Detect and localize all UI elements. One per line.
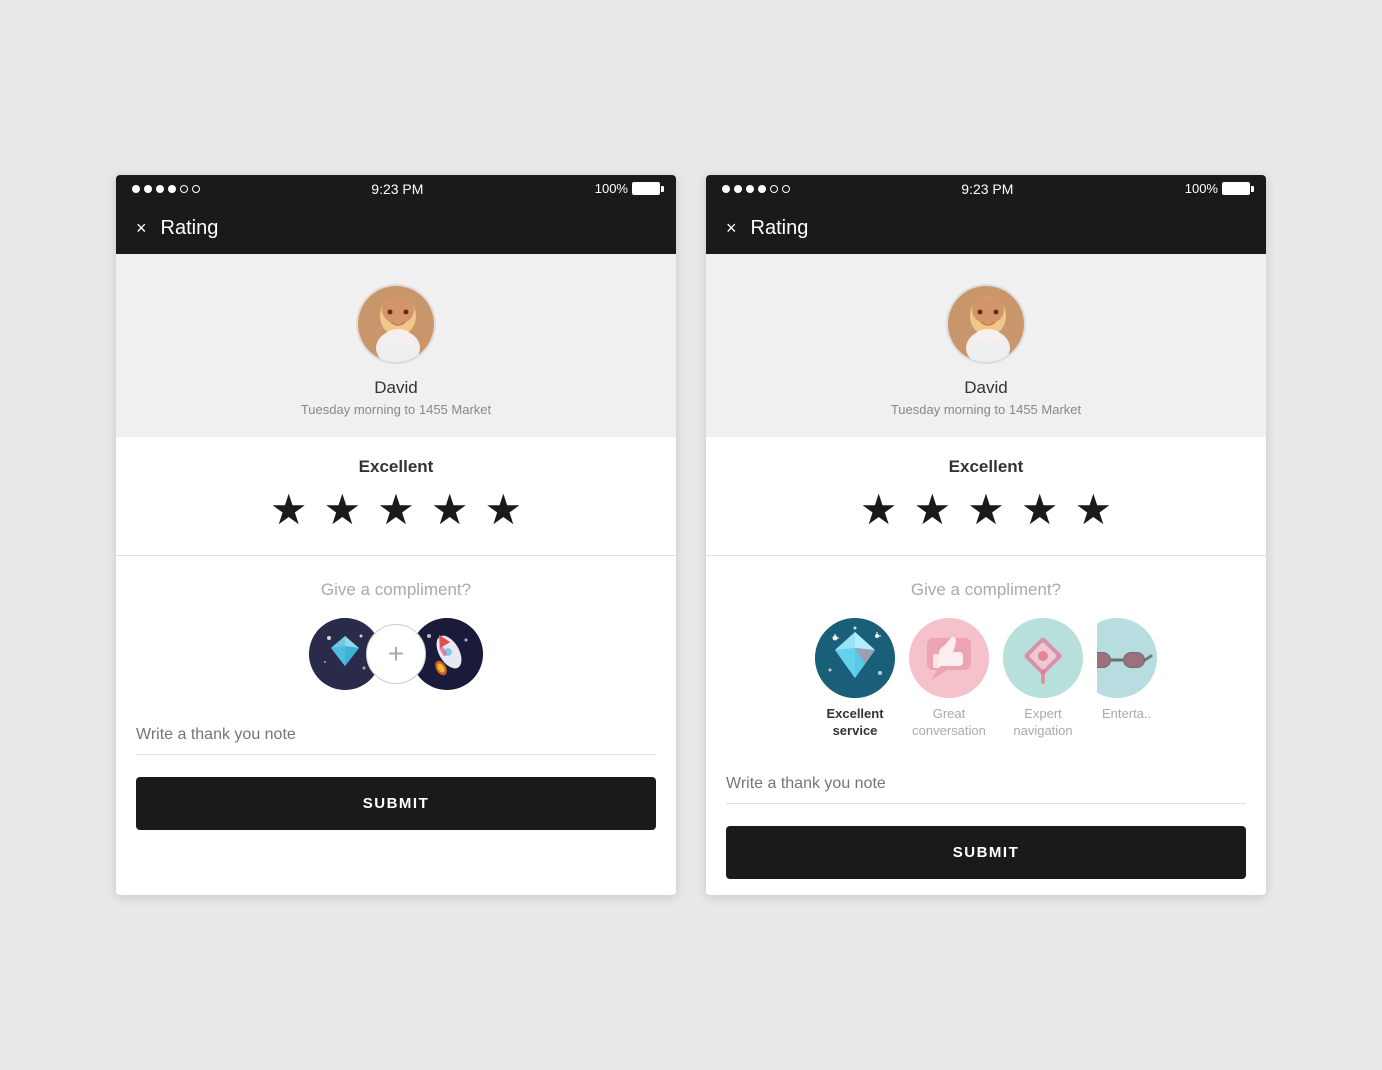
rating-section-left: Excellent ★ ★ ★ ★ ★ [116,437,676,551]
screenshots-container: 9:23 PM 100% × Rating [96,155,1286,916]
submit-button-right[interactable]: SUBMIT [726,826,1246,879]
dot-1 [132,185,140,193]
rating-label-left: Excellent [359,457,434,477]
star-5-left[interactable]: ★ [484,489,522,531]
driver-trip-left: Tuesday morning to 1455 Market [301,402,491,417]
submit-section-left: SUBMIT [116,761,676,846]
app-header-left: × Rating [116,203,676,254]
driver-trip-right: Tuesday morning to 1455 Market [891,402,1081,417]
badge-navigation[interactable] [1003,618,1083,698]
divider-left [116,555,676,556]
signal-dots-right [722,185,790,193]
star-2-left[interactable]: ★ [324,489,362,531]
badge-conversation[interactable] [909,618,989,698]
note-divider-left [136,754,656,755]
close-button-right[interactable]: × [726,219,737,237]
compliment-section-left: Give a compliment? [116,560,676,710]
header-title-right: Rating [751,217,809,240]
mappin-icon [1003,618,1083,698]
submit-section-right: SUBMIT [706,810,1266,895]
compliment-option-excellent[interactable]: Excellent service [815,618,895,740]
battery-bar-right [1222,182,1250,195]
diamond-icon [815,618,895,698]
status-battery-left: 100% [595,181,660,196]
label-excellent: Excellent service [815,706,895,740]
badge-entertaining[interactable] [1097,618,1157,698]
thumb-icon [909,618,989,698]
rating-section-right: Excellent ★ ★ ★ ★ ★ [706,437,1266,551]
app-header-right: × Rating [706,203,1266,254]
battery-fill-right [1223,183,1249,194]
compliment-label-right: Give a compliment? [911,580,1061,600]
star-2-right[interactable]: ★ [914,489,952,531]
right-phone-screen: 9:23 PM 100% × Rating [706,175,1266,896]
star-4-right[interactable]: ★ [1021,489,1059,531]
compliment-options-row: Excellent service [726,618,1246,740]
dot-r6 [782,185,790,193]
note-input-left[interactable] [136,726,656,744]
header-title-left: Rating [161,217,219,240]
star-4-left[interactable]: ★ [431,489,469,531]
stars-row-left[interactable]: ★ ★ ★ ★ ★ [270,489,522,531]
dot-3 [156,185,164,193]
stars-row-right[interactable]: ★ ★ ★ ★ ★ [860,489,1112,531]
dot-r1 [722,185,730,193]
compliment-label-left: Give a compliment? [321,580,471,600]
star-3-left[interactable]: ★ [377,489,415,531]
dot-2 [144,185,152,193]
profile-section-left: David Tuesday morning to 1455 Market [116,254,676,437]
avatar-right [946,284,1026,364]
compliment-option-navigation[interactable]: Expert navigation [1003,618,1083,740]
divider-right [706,555,1266,556]
left-phone-screen: 9:23 PM 100% × Rating [116,175,676,896]
driver-name-right: David [964,378,1007,398]
submit-button-left[interactable]: SUBMIT [136,777,656,830]
dot-r4 [758,185,766,193]
dot-5 [180,185,188,193]
note-section-right [706,759,1266,810]
driver-name-left: David [374,378,417,398]
dot-r3 [746,185,754,193]
star-1-left[interactable]: ★ [270,489,308,531]
dot-6 [192,185,200,193]
avatar-left [356,284,436,364]
battery-bar-left [632,182,660,195]
signal-dots-left [132,185,200,193]
compliment-option-entertaining[interactable]: Enterta... [1097,618,1157,723]
status-time-right: 9:23 PM [961,181,1013,197]
avatar-svg-left [358,286,436,364]
note-section-left [116,710,676,761]
star-1-right[interactable]: ★ [860,489,898,531]
star-3-right[interactable]: ★ [967,489,1005,531]
dot-4 [168,185,176,193]
note-input-right[interactable] [726,775,1246,793]
dot-r2 [734,185,742,193]
compliment-add-row[interactable]: + [309,618,483,690]
status-bar-right: 9:23 PM 100% [706,175,1266,203]
status-bar-left: 9:23 PM 100% [116,175,676,203]
add-compliment-button[interactable]: + [366,624,426,684]
dot-r5 [770,185,778,193]
glasses-icon [1097,618,1157,698]
close-button-left[interactable]: × [136,219,147,237]
label-entertaining: Enterta... [1102,706,1152,723]
compliment-option-conversation[interactable]: Great conversation [909,618,989,740]
label-conversation: Great conversation [909,706,989,740]
avatar-svg-right [948,286,1026,364]
badge-excellent[interactable] [815,618,895,698]
note-divider-right [726,803,1246,804]
star-5-right[interactable]: ★ [1074,489,1112,531]
profile-section-right: David Tuesday morning to 1455 Market [706,254,1266,437]
compliment-section-right: Give a compliment? [706,560,1266,760]
label-navigation: Expert navigation [1003,706,1083,740]
status-battery-right: 100% [1185,181,1250,196]
battery-fill-left [633,183,659,194]
status-time-left: 9:23 PM [371,181,423,197]
rating-label-right: Excellent [949,457,1024,477]
